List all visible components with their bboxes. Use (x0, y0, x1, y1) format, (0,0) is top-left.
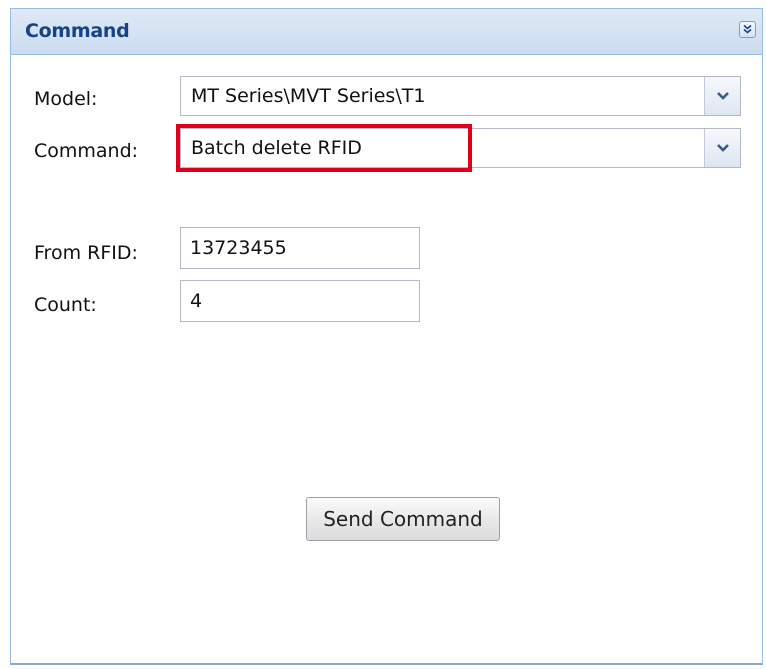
from-rfid-label: From RFID: (34, 242, 138, 264)
command-label: Command: (34, 140, 139, 162)
panel-header: Command (11, 9, 762, 55)
collapse-button[interactable] (739, 21, 756, 38)
count-label: Count: (34, 294, 97, 316)
double-chevron-down-icon (743, 24, 752, 34)
model-select-value: MT Series\MVT Series\T1 (191, 85, 426, 107)
count-input[interactable]: 4 (180, 280, 420, 322)
send-command-button[interactable]: Send Command (306, 497, 500, 541)
panel-title: Command (25, 20, 130, 42)
count-value: 4 (190, 290, 203, 312)
command-dropdown-trigger[interactable] (704, 129, 740, 167)
model-dropdown-trigger[interactable] (704, 77, 740, 115)
command-select[interactable]: Batch delete RFID (180, 128, 741, 168)
chevron-down-icon (717, 144, 729, 152)
model-label: Model: (34, 88, 98, 110)
from-rfid-value: 13723455 (190, 237, 287, 259)
command-select-value: Batch delete RFID (191, 137, 362, 159)
from-rfid-input[interactable]: 13723455 (180, 227, 420, 269)
model-select[interactable]: MT Series\MVT Series\T1 (180, 76, 741, 116)
chevron-down-icon (717, 92, 729, 100)
